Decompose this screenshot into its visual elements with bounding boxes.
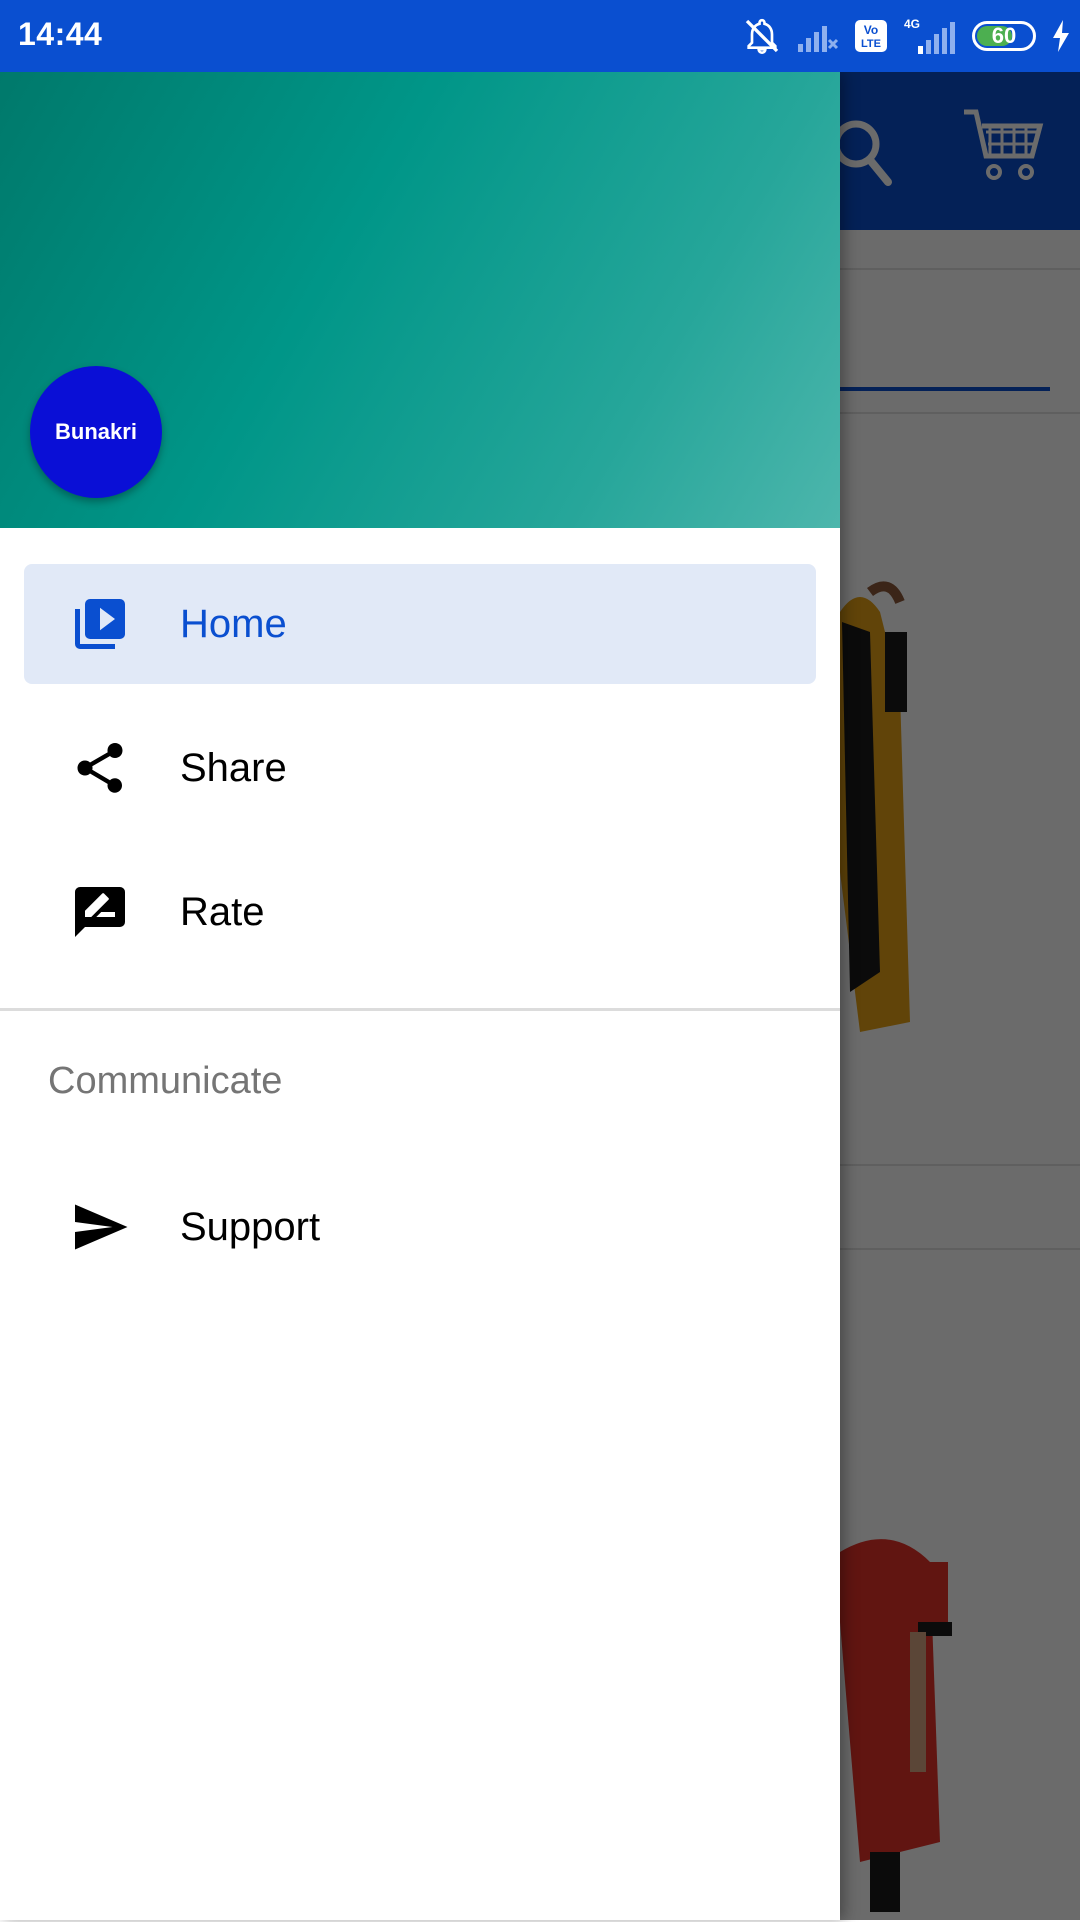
send-icon — [70, 1197, 130, 1257]
navigation-drawer: Bunakri Home Share Rate Communicate Supp… — [0, 72, 840, 1920]
nav-item-label: Rate — [180, 889, 265, 934]
section-header-communicate: Communicate — [48, 1060, 283, 1102]
avatar[interactable]: Bunakri — [30, 366, 162, 498]
share-icon — [70, 738, 130, 798]
nav-item-label: Share — [180, 745, 287, 790]
nav-item-label: Support — [180, 1204, 321, 1249]
video-library-icon — [70, 594, 130, 654]
nav-item-share[interactable]: Share — [24, 708, 816, 828]
drawer-divider — [0, 1008, 840, 1011]
nav-item-label: Home — [180, 601, 287, 646]
4g-signal-icon: 4G — [902, 16, 958, 56]
avatar-text: Bunakri — [55, 419, 137, 444]
rate-review-icon — [70, 882, 130, 942]
status-icons: Vo LTE 4G 60 — [742, 14, 1072, 58]
status-time: 14:44 — [18, 16, 103, 52]
battery-level: 60 — [991, 23, 1017, 48]
status-bar: 14:44 Vo LTE 4G 60 — [0, 0, 1080, 72]
volte-icon: Vo LTE — [854, 19, 888, 53]
svg-text:4G: 4G — [904, 17, 920, 31]
svg-text:Vo: Vo — [864, 23, 878, 37]
no-signal-icon — [796, 18, 840, 54]
battery-icon: 60 — [972, 21, 1036, 51]
drawer-header: Bunakri — [0, 72, 840, 528]
charging-icon — [1050, 19, 1072, 53]
nav-item-rate[interactable]: Rate — [24, 852, 816, 972]
svg-text:LTE: LTE — [861, 38, 881, 50]
mute-icon — [742, 16, 782, 56]
nav-item-home[interactable]: Home — [24, 564, 816, 684]
nav-item-support[interactable]: Support — [24, 1167, 816, 1287]
